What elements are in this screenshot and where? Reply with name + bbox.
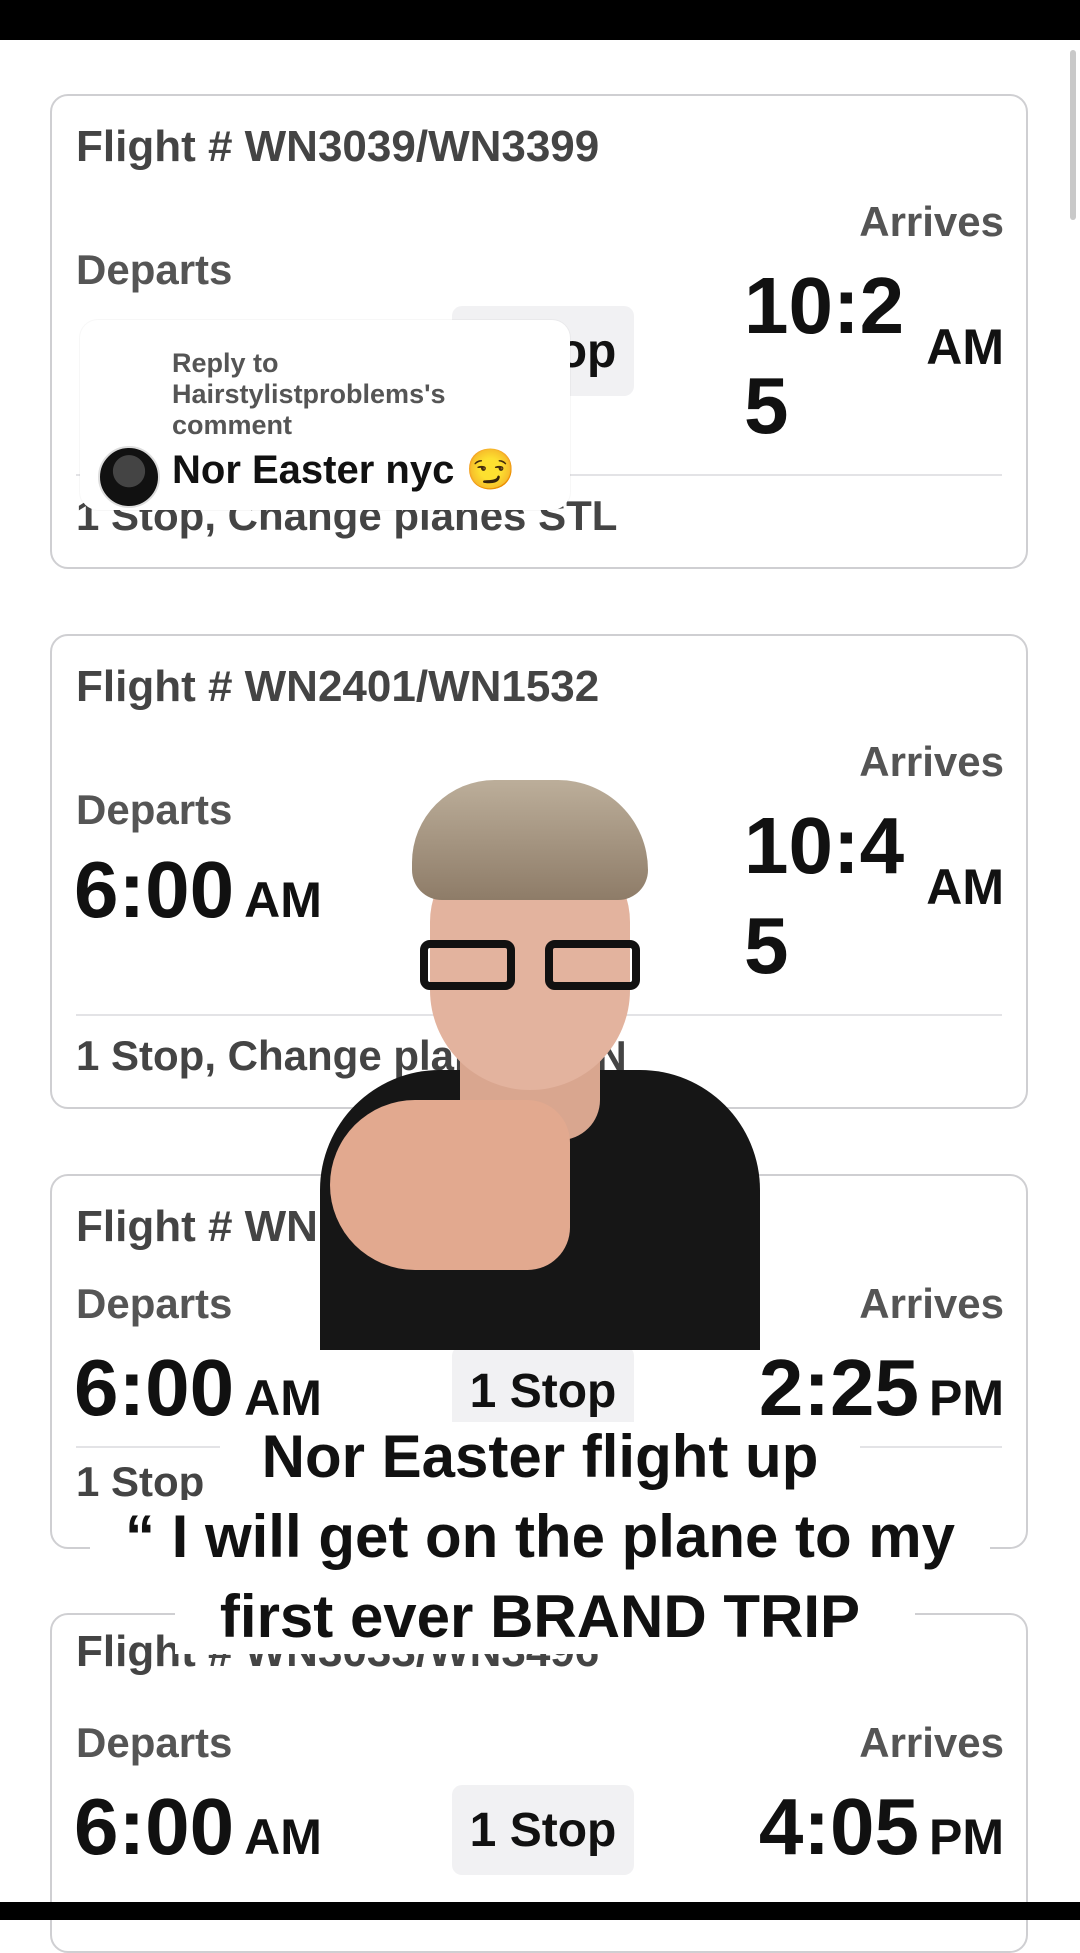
flight-number: Flight # WN3039/WN3399 xyxy=(76,122,600,171)
depart-time-value: 6:00 xyxy=(74,1782,235,1871)
arrive-time: 10:25 AM xyxy=(744,256,1004,450)
departs-label: Departs xyxy=(76,1280,233,1327)
depart-time: 6:00 AM xyxy=(74,844,322,936)
arrive-time: 2:25 PM xyxy=(759,1342,1004,1434)
arrive-ampm: PM xyxy=(929,1809,1004,1865)
arrives-label: Arrives xyxy=(859,1280,1004,1327)
arrive-ampm: PM xyxy=(929,1370,1004,1426)
reply-username: Hairstylistproblems's xyxy=(172,379,446,409)
arrives-label: Arrives xyxy=(859,738,1004,785)
depart-time: 6:00 AM xyxy=(74,1342,322,1434)
depart-ampm: AM xyxy=(244,1370,322,1426)
arrives-label: Arrives xyxy=(859,198,1004,245)
reply-comment-text: Nor Easter nyc 😏 xyxy=(172,448,516,492)
arrive-ampm: AM xyxy=(926,319,1004,375)
depart-time-value: 6:00 xyxy=(74,1343,235,1432)
glasses-icon xyxy=(420,940,640,990)
arrive-time-value: 4:05 xyxy=(758,1782,919,1871)
person-hand xyxy=(330,1100,570,1270)
arrive-ampm: AM xyxy=(926,859,1004,915)
arrives-label: Arrives xyxy=(859,1719,1004,1766)
scrollbar[interactable] xyxy=(1070,50,1076,220)
depart-time-value: 6:00 xyxy=(74,845,235,934)
depart-ampm: AM xyxy=(244,872,322,928)
departs-label: Departs xyxy=(76,246,233,293)
reply-comment-sticker[interactable]: Reply to Hairstylistproblems's comment N… xyxy=(80,320,570,510)
reply-comment-label: comment xyxy=(172,410,293,440)
caption-line-2: “ I will get on the plane to my xyxy=(124,1503,956,1570)
stop-chip: 1 Stop xyxy=(452,1785,634,1875)
person-hair xyxy=(412,780,648,900)
avatar xyxy=(98,446,160,508)
caption-line-1: Nor Easter flight up xyxy=(261,1423,819,1490)
reply-to-label: Reply to xyxy=(172,348,279,378)
arrive-time-value: 10:25 xyxy=(744,261,905,450)
depart-ampm: AM xyxy=(244,1809,322,1865)
arrive-time-value: 10:45 xyxy=(744,801,905,990)
departs-label: Departs xyxy=(76,1719,233,1766)
arrive-time: 4:05 PM xyxy=(759,1781,1004,1873)
flight-number: Flight # WN2401/WN1532 xyxy=(76,662,600,711)
status-bar xyxy=(0,0,1080,40)
arrive-time: 10:45 AM xyxy=(744,796,1004,990)
creator-video-cutout xyxy=(320,770,760,1350)
depart-time: 6:00 AM xyxy=(74,1781,322,1873)
arrive-time-value: 2:25 xyxy=(758,1343,919,1432)
flight-number: Flight # WN xyxy=(76,1202,318,1251)
bottom-bar xyxy=(0,1902,1080,1920)
caption-line-3: first ever BRAND TRIP xyxy=(219,1583,861,1650)
departs-label: Departs xyxy=(76,786,233,833)
